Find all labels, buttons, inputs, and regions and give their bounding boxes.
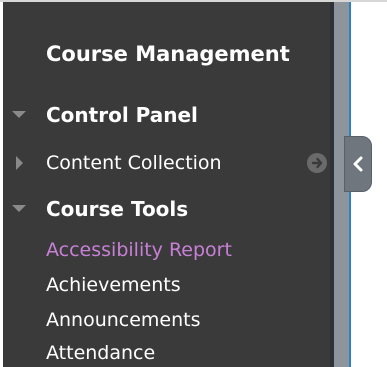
section-course-tools[interactable]: Course Tools <box>0 194 327 224</box>
section-control-panel[interactable]: Control Panel <box>0 100 327 130</box>
caret-down-icon[interactable] <box>10 106 28 124</box>
chevron-left-icon <box>351 156 365 172</box>
section-label[interactable]: Course Tools <box>46 197 188 221</box>
caret-down-icon[interactable] <box>10 200 28 218</box>
course-tool-link[interactable]: Achievements <box>46 274 181 296</box>
section-label[interactable]: Control Panel <box>46 103 198 127</box>
course-menu-page: Course Management Control Panel Content … <box>0 0 387 367</box>
sidebar-title: Course Management <box>46 42 290 66</box>
section-label[interactable]: Content Collection <box>46 152 222 174</box>
course-tool-link[interactable]: Accessibility Report <box>46 239 232 261</box>
course-tool-announcements[interactable]: Announcements <box>0 305 327 335</box>
course-tool-link[interactable]: Attendance <box>46 342 155 364</box>
section-content-collection[interactable]: Content Collection <box>0 148 327 178</box>
course-tool-achievements[interactable]: Achievements <box>0 270 327 300</box>
collapse-menu-button[interactable] <box>344 136 372 192</box>
course-tool-link[interactable]: Announcements <box>46 309 201 331</box>
course-tool-attendance[interactable]: Attendance <box>0 338 327 367</box>
course-tool-accessibility-report[interactable]: Accessibility Report <box>0 235 327 265</box>
arrow-right-circle-icon[interactable] <box>306 152 328 174</box>
caret-right-icon[interactable] <box>10 154 28 172</box>
